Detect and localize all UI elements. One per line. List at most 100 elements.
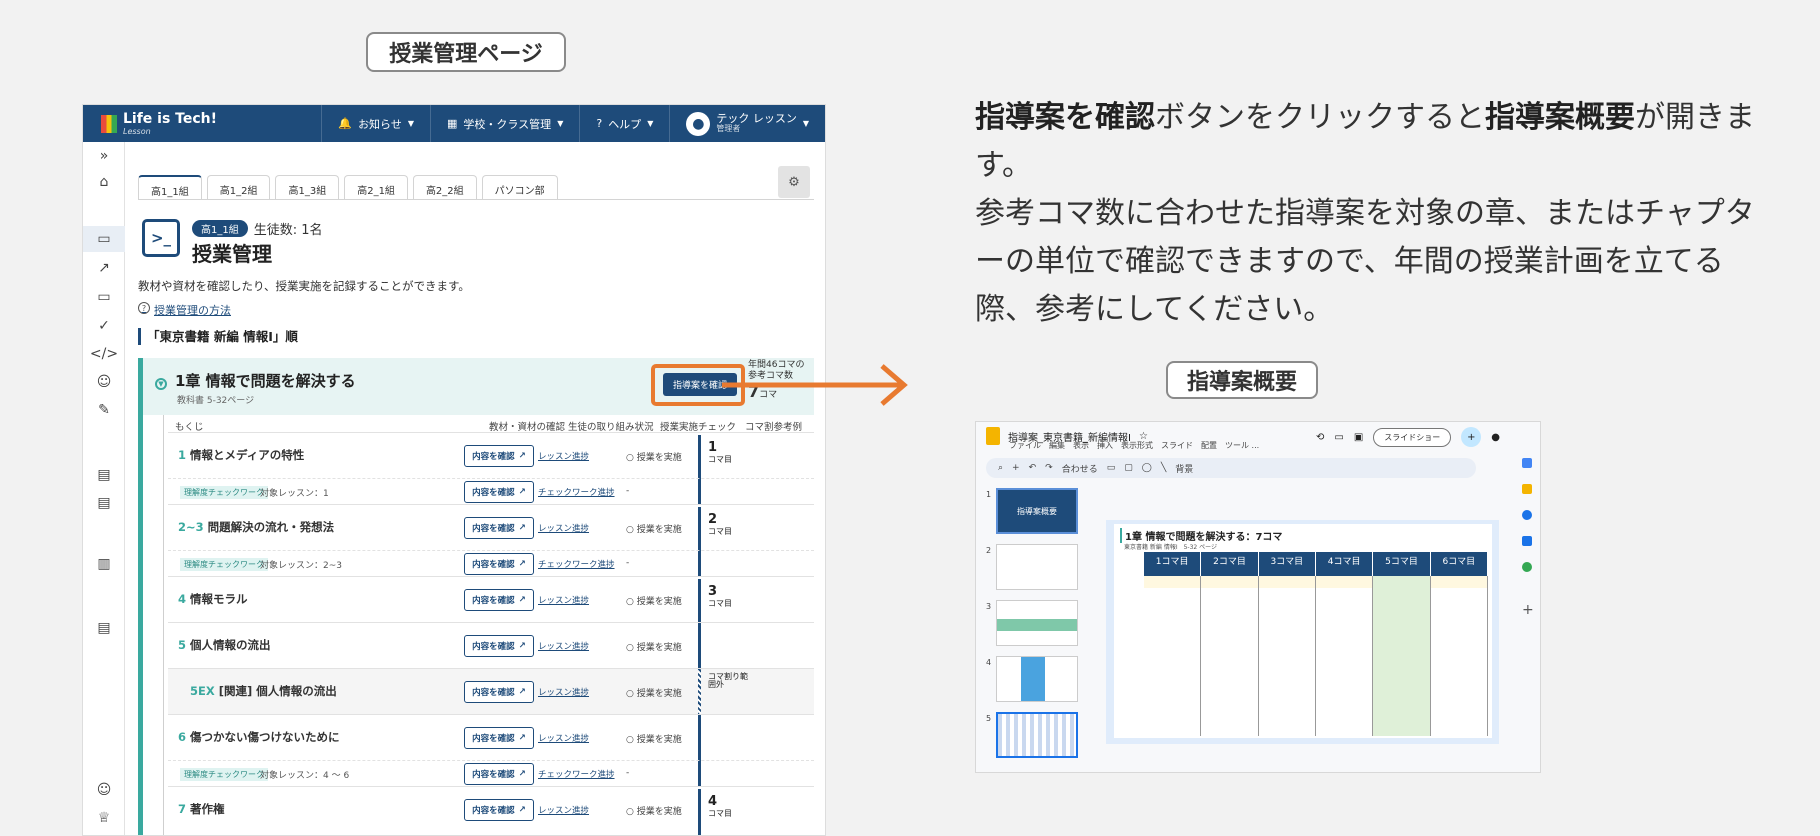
class-badge: 高1_1組 <box>192 220 248 237</box>
check-circle-icon[interactable]: ✓ <box>83 318 125 334</box>
lesson-management-icon[interactable]: ▭ <box>83 226 125 252</box>
monitor-icon[interactable]: ▭ <box>83 289 125 305</box>
table-row: 7 著作権 内容を確認 ↗ レッスン進捗 ○ 授業を実施 4 コマ目 <box>168 786 814 835</box>
howto-link[interactable]: ? 授業管理の方法 <box>138 302 231 318</box>
lesson-progress-link[interactable]: レッスン進捗 <box>538 804 589 816</box>
check-work-progress-link[interactable]: チェックワーク進捗 <box>538 486 615 498</box>
slide-thumbnail[interactable] <box>996 544 1078 590</box>
trend-icon[interactable]: ↗ <box>83 260 125 276</box>
user-menu[interactable]: ● テック レッスン 管理者 ▼ <box>669 105 825 142</box>
history-icon[interactable]: ⟲ <box>1316 432 1324 443</box>
overview-label: 指導案概要 <box>1166 361 1318 399</box>
chart-icon[interactable]: ▥ <box>83 556 125 572</box>
trophy-icon[interactable]: ♕ <box>83 810 125 826</box>
menu-bar[interactable]: ファイル 編集 表示 挿入 表示形式 スライド 配置 ツール ... <box>1009 440 1259 451</box>
tab-pc-club[interactable]: パソコン部 <box>481 175 558 199</box>
table-row: 6 傷つかない傷つけないために 内容を確認 ↗ レッスン進捗 ○ 授業を実施 <box>168 714 814 787</box>
tasks-icon[interactable] <box>1522 510 1532 520</box>
chapter-pages: 教科書 5-32ページ <box>177 396 255 406</box>
lesson-progress-link[interactable]: レッスン進捗 <box>538 522 589 534</box>
help-menu[interactable]: ? ヘルプ ▼ <box>579 105 669 142</box>
brand-logo[interactable]: Life is Tech! Lesson <box>83 111 321 136</box>
contacts-icon[interactable] <box>1522 536 1532 546</box>
view-content-button[interactable]: 内容を確認 ↗ <box>464 763 534 785</box>
caret-down-icon: ▼ <box>802 119 809 128</box>
background-button[interactable]: 背景 <box>1175 462 1193 475</box>
help-icon: ? <box>138 302 150 314</box>
home-icon[interactable]: ⌂ <box>83 174 125 190</box>
view-content-button[interactable]: 内容を確認 ↗ <box>464 727 534 749</box>
tab-class-2-1[interactable]: 高2_1組 <box>344 175 408 199</box>
view-content-button[interactable]: 内容を確認 ↗ <box>464 445 534 467</box>
slides-app-icon <box>986 427 1000 445</box>
add-icon[interactable]: + <box>1522 602 1534 618</box>
lesson-progress-link[interactable]: レッスン進捗 <box>538 732 589 744</box>
lesson-progress-link[interactable]: レッスン進捗 <box>538 594 589 606</box>
slide-thumbnail[interactable] <box>996 656 1078 702</box>
notice-menu[interactable]: 🔔 お知らせ ▼ <box>321 105 430 142</box>
camera-icon[interactable]: ▣ <box>1354 432 1363 443</box>
calendar-icon[interactable] <box>1522 458 1532 468</box>
record-radio[interactable]: ○ 授業を実施 <box>626 594 682 607</box>
textbook-heading: 「東京書籍 新編 情報Ⅰ」順 <box>138 328 298 345</box>
slide-thumbnail[interactable]: 指導案概要 <box>996 488 1078 534</box>
tab-class-1-2[interactable]: 高1_2組 <box>206 175 271 199</box>
view-content-button[interactable]: 内容を確認 ↗ <box>464 635 534 657</box>
external-link-icon: ↗ <box>518 523 526 533</box>
zoom-select[interactable]: 合わせる <box>1062 462 1098 475</box>
student-count: 生徒数: 1名 <box>253 223 323 238</box>
external-link-icon: ↗ <box>518 805 526 815</box>
tab-class-2-2[interactable]: 高2_2組 <box>412 175 477 199</box>
check-work-progress-link[interactable]: チェックワーク進捗 <box>538 768 615 780</box>
comment-icon[interactable]: ▭ <box>1334 432 1343 443</box>
lesson-progress-link[interactable]: レッスン進捗 <box>538 686 589 698</box>
side-panel: + <box>1516 452 1540 762</box>
view-content-button[interactable]: 内容を確認 ↗ <box>464 553 534 575</box>
expand-icon[interactable]: » <box>83 148 125 164</box>
search-icon[interactable]: ⌕ <box>998 463 1003 473</box>
koma-grid <box>1144 576 1488 736</box>
group-icon[interactable]: ☺ <box>83 374 125 390</box>
record-radio[interactable]: ○ 授業を実施 <box>626 640 682 653</box>
school-class-menu[interactable]: ▦ 学校・クラス管理 ▼ <box>430 105 579 142</box>
record-radio[interactable]: ○ 授業を実施 <box>626 450 682 463</box>
maps-icon[interactable] <box>1522 562 1532 572</box>
lesson-progress-link[interactable]: レッスン進捗 <box>538 450 589 462</box>
col-koma: コマ割参考例 <box>745 422 803 433</box>
code-icon[interactable]: </> <box>83 346 125 362</box>
smile-icon[interactable]: ☺ <box>83 782 125 798</box>
record-radio[interactable]: ○ 授業を実施 <box>626 804 682 817</box>
view-content-button[interactable]: 内容を確認 ↗ <box>464 799 534 821</box>
collapse-icon[interactable]: ▼ <box>155 378 167 390</box>
slideshow-button[interactable]: スライドショー <box>1373 427 1452 447</box>
slide-thumbnail[interactable] <box>996 600 1078 646</box>
external-link-icon: ↗ <box>518 595 526 605</box>
view-content-button[interactable]: 内容を確認 ↗ <box>464 681 534 703</box>
gear-icon[interactable]: ⚙ <box>778 166 810 198</box>
keep-icon[interactable] <box>1522 484 1532 494</box>
table-row: 5 個人情報の流出 内容を確認 ↗ レッスン進捗 ○ 授業を実施 <box>168 622 814 668</box>
toolbar[interactable]: ⌕ + ↶ ↷ 合わせる ▭ ▢ ◯ ╲ 背景 <box>986 458 1476 478</box>
pen-icon[interactable]: ✎ <box>83 402 125 418</box>
record-radio[interactable]: ○ 授業を実施 <box>626 732 682 745</box>
view-content-button[interactable]: 内容を確認 ↗ <box>464 481 534 503</box>
col-check: 授業実施チェック <box>660 422 737 433</box>
document-edit-icon[interactable]: ▤ <box>83 620 125 636</box>
external-link-icon: ↗ <box>518 451 526 461</box>
avatar[interactable]: ● <box>1491 432 1500 443</box>
record-radio[interactable]: ○ 授業を実施 <box>626 686 682 699</box>
slide-thumbnail[interactable] <box>996 712 1078 758</box>
view-content-button[interactable]: 内容を確認 ↗ <box>464 589 534 611</box>
share-icon[interactable]: + <box>1461 427 1482 447</box>
tab-class-1-1[interactable]: 高1_1組 <box>138 175 202 199</box>
tab-class-1-3[interactable]: 高1_3組 <box>275 175 340 199</box>
table-row: 1 情報とメディアの特性 内容を確認 ↗ レッスン進捗 ○ 授業を実施 1 コマ目 <box>168 432 814 505</box>
record-radio[interactable]: ○ 授業を実施 <box>626 522 682 535</box>
col-materials: 教材・資材の確認 <box>489 422 566 433</box>
lesson-progress-link[interactable]: レッスン進捗 <box>538 640 589 652</box>
book-icon[interactable]: ▤ <box>83 467 125 483</box>
notes-icon[interactable]: ▤ <box>83 495 125 511</box>
check-work-progress-link[interactable]: チェックワーク進捗 <box>538 558 615 570</box>
view-content-button[interactable]: 内容を確認 ↗ <box>464 517 534 539</box>
col-toc: もくじ <box>175 422 204 433</box>
